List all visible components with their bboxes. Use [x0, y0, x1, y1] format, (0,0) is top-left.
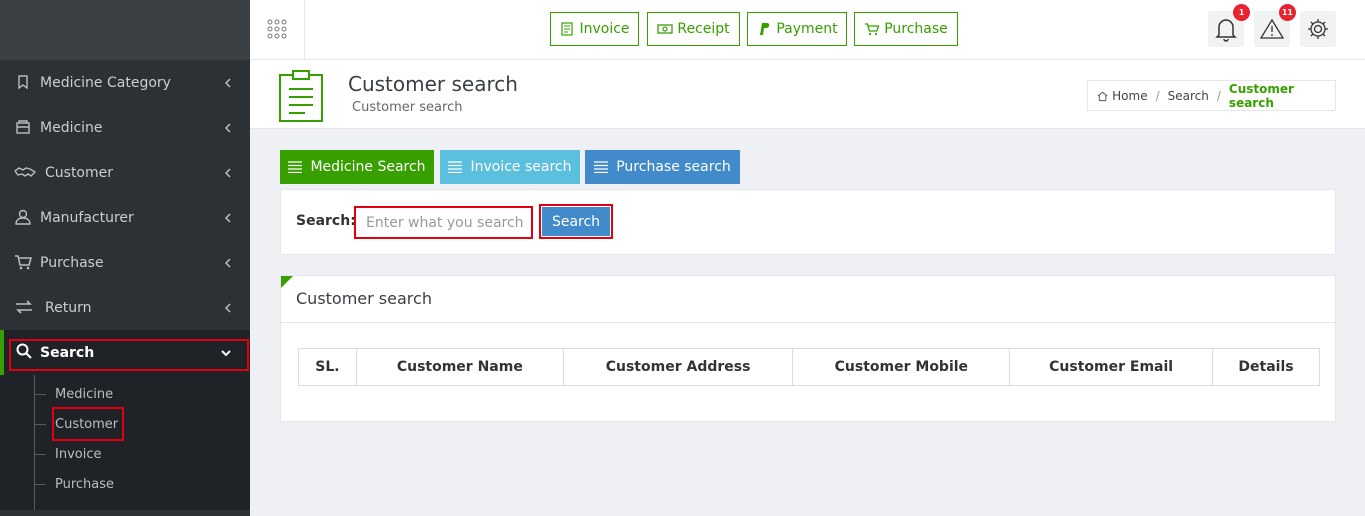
quick-payment-button[interactable]: Payment [747, 12, 847, 46]
bookmark-icon [18, 75, 28, 90]
tab-purchase-search[interactable]: Purchase search [585, 150, 740, 184]
chevron-left-icon [224, 77, 231, 88]
column-header-customer-name[interactable]: Customer Name [355, 348, 564, 386]
column-header-sl[interactable]: SL. [298, 348, 357, 386]
bell-icon [1215, 19, 1237, 42]
quick-invoice-button[interactable]: Invoice [550, 12, 639, 46]
apps-button[interactable] [250, 0, 305, 59]
sidebar-item-return[interactable]: Return [0, 285, 250, 330]
chevron-left-icon [224, 122, 231, 133]
highlight-box-search [9, 339, 249, 371]
submenu-item-purchase[interactable]: Purchase [34, 469, 114, 499]
search-submenu: Medicine Customer Invoice Purchase [0, 375, 250, 510]
notifications-button[interactable]: 1 [1208, 4, 1250, 47]
search-input[interactable] [354, 206, 533, 239]
tab-label: Invoice search [470, 159, 572, 175]
sidebar-item-label: Manufacturer [40, 209, 134, 226]
breadcrumb-home[interactable]: Home [1112, 89, 1147, 103]
search-label: Search: [296, 213, 356, 229]
chevron-left-icon [224, 167, 231, 178]
list-icon [288, 161, 303, 173]
breadcrumb-separator: / [1216, 88, 1221, 103]
submenu-item-medicine[interactable]: Medicine [34, 379, 113, 409]
quick-button-label: Purchase [884, 21, 948, 37]
column-header-customer-mobile[interactable]: Customer Mobile [792, 348, 1011, 386]
breadcrumb-section[interactable]: Search [1168, 89, 1209, 103]
money-icon [657, 24, 673, 34]
page-subtitle: Customer search [352, 100, 463, 115]
page-header: Customer search Customer search Home / S… [250, 60, 1365, 129]
quick-button-label: Payment [776, 21, 838, 37]
sidebar-item-label: Customer [45, 164, 114, 181]
table-header-row: SL. Customer Name Customer Address Custo… [298, 348, 1320, 386]
panel-divider [281, 322, 1335, 323]
sidebar-item-label: Medicine Category [40, 74, 171, 91]
cart-icon [865, 23, 880, 36]
tab-label: Medicine Search [310, 159, 426, 175]
list-icon [448, 161, 463, 173]
tab-medicine-search[interactable]: Medicine Search [280, 150, 434, 184]
search-button-label: Search [542, 207, 610, 236]
paypal-icon [760, 23, 770, 35]
apps-grid-icon [267, 19, 287, 39]
box-icon [16, 120, 30, 134]
sidebar-item-purchase[interactable]: Purchase [0, 240, 250, 285]
quick-receipt-button[interactable]: Receipt [647, 12, 740, 46]
user-icon [15, 209, 31, 225]
highlight-box-customer [52, 407, 124, 441]
chevron-left-icon [224, 257, 231, 268]
handshake-icon [14, 167, 36, 177]
sidebar-item-label: Medicine [40, 119, 103, 136]
submenu-item-invoice[interactable]: Invoice [34, 439, 101, 469]
page-title: Customer search [348, 72, 518, 96]
submenu-item-label: Medicine [55, 386, 114, 402]
submenu-item-label: Purchase [55, 476, 115, 492]
cart-icon [15, 255, 32, 270]
breadcrumb-separator: / [1155, 88, 1160, 103]
results-panel: Customer search SL. Customer Name Custom… [280, 275, 1336, 422]
submenu-item-label: Invoice [55, 446, 102, 462]
sidebar-item-customer[interactable]: Customer [0, 150, 250, 195]
results-title: Customer search [296, 289, 432, 308]
home-icon [1097, 91, 1108, 101]
column-header-details[interactable]: Details [1212, 348, 1320, 386]
tab-label: Purchase search [616, 159, 731, 175]
sidebar-item-medicine-category[interactable]: Medicine Category [0, 60, 250, 105]
tab-invoice-search[interactable]: Invoice search [440, 150, 580, 184]
chevron-left-icon [224, 212, 231, 223]
quick-button-label: Invoice [579, 21, 630, 37]
column-header-customer-address[interactable]: Customer Address [562, 348, 794, 386]
sidebar-item-label: Return [45, 299, 92, 316]
sidebar-item-medicine[interactable]: Medicine [0, 105, 250, 150]
alert-badge: 11 [1278, 4, 1296, 21]
sidebar: Medicine Category Medicine Customer Manu… [0, 0, 250, 516]
sidebar-item-manufacturer[interactable]: Manufacturer [0, 195, 250, 240]
warning-icon [1260, 18, 1284, 39]
list-icon [594, 161, 609, 173]
search-panel: Search: Search [280, 189, 1336, 255]
gear-icon [1308, 19, 1328, 39]
chevron-left-icon [224, 302, 231, 313]
breadcrumb: Home / Search / Customer search [1087, 80, 1336, 111]
results-table: SL. Customer Name Customer Address Custo… [298, 348, 1320, 386]
clipboard-icon [279, 70, 323, 122]
sidebar-item-label: Purchase [40, 254, 104, 271]
column-header-customer-email[interactable]: Customer Email [1009, 348, 1214, 386]
search-button[interactable]: Search [539, 204, 613, 239]
panel-corner-accent [281, 276, 293, 288]
topbar: Invoice Receipt Payment Purchase 1 11 [250, 0, 1365, 60]
invoice-icon [561, 22, 574, 36]
breadcrumb-current: Customer search [1228, 81, 1294, 110]
quick-button-label: Receipt [677, 21, 730, 37]
exchange-icon [16, 300, 32, 314]
settings-button[interactable] [1300, 11, 1336, 47]
quick-purchase-button[interactable]: Purchase [854, 12, 958, 46]
alerts-button[interactable]: 11 [1254, 4, 1296, 47]
notification-badge: 1 [1233, 4, 1250, 21]
sidebar-logo-area [0, 0, 250, 60]
